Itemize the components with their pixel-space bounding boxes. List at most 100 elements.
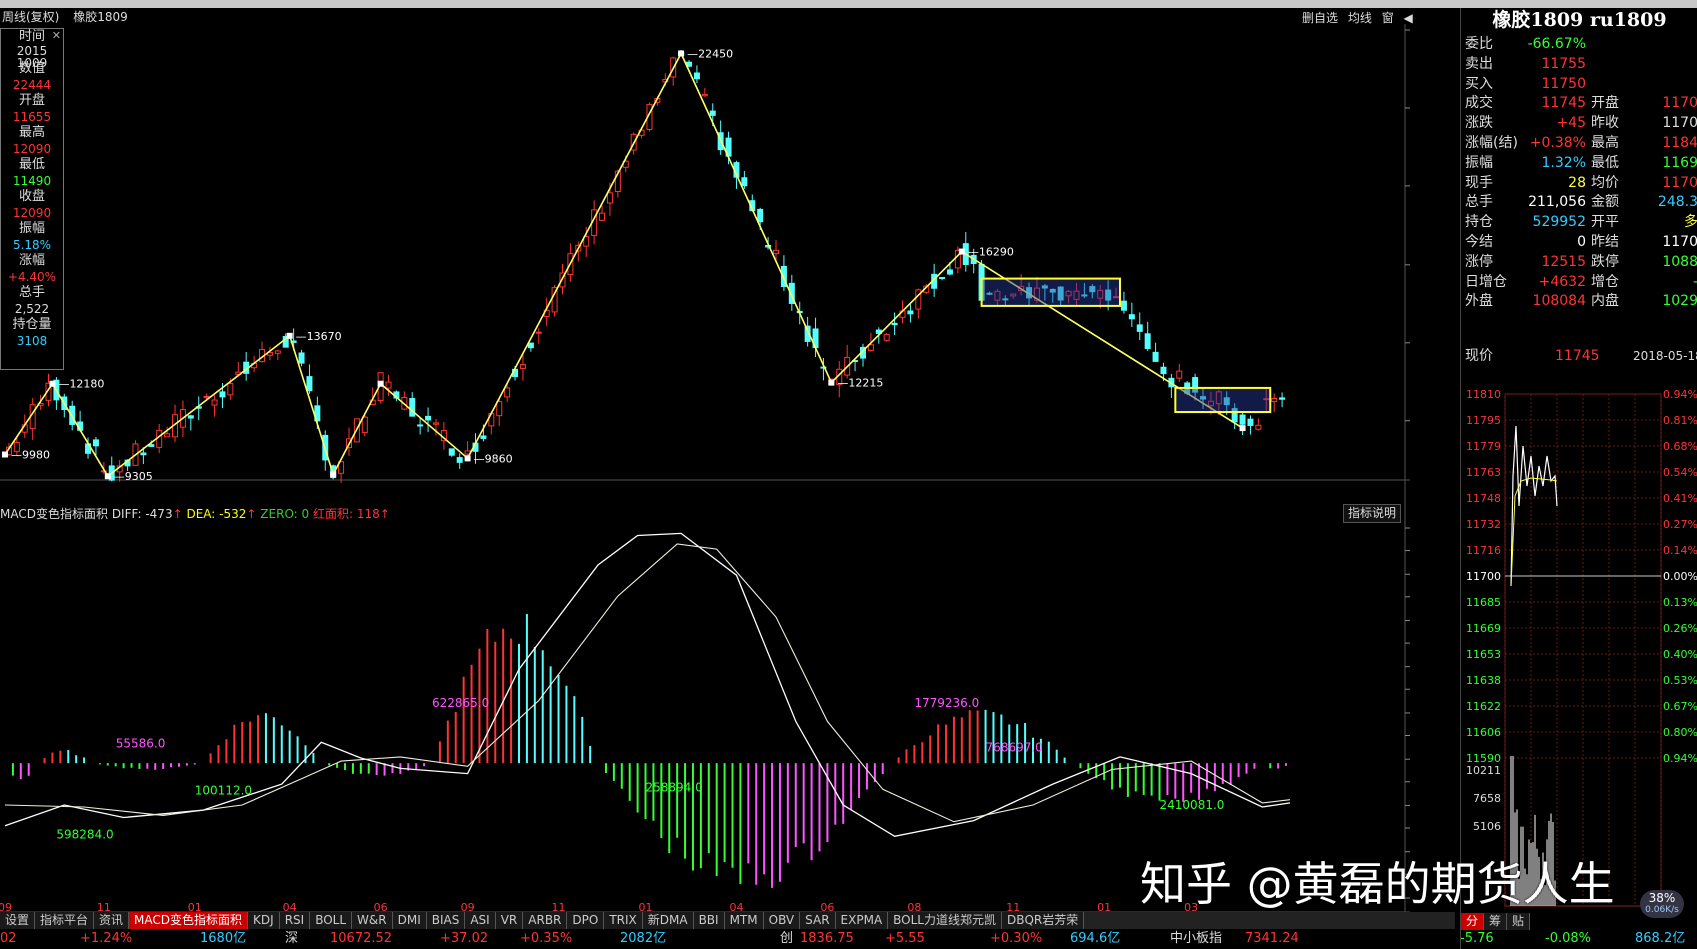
- indicator-tab[interactable]: 新DMA: [642, 912, 694, 929]
- quote-value: 11745: [1541, 95, 1586, 112]
- indicator-tab[interactable]: BBI: [693, 912, 725, 929]
- candle-body: [164, 433, 171, 438]
- indicator-tab[interactable]: 资讯: [94, 912, 130, 929]
- now-price-label: 现价: [1465, 348, 1493, 364]
- kline-chart[interactable]: 231802075618332158781345311029—9980—1218…: [0, 24, 1410, 912]
- macd-area-label: 1779236.0: [914, 696, 979, 710]
- indicator-tab[interactable]: DMI: [392, 912, 427, 929]
- candle-body: [480, 435, 487, 439]
- quote-tab[interactable]: 贴: [1507, 913, 1531, 930]
- quote-value: 1170: [1662, 115, 1697, 132]
- quote-label: 外盘: [1465, 293, 1493, 310]
- indicator-tab[interactable]: VR: [495, 912, 524, 929]
- candle-body: [907, 310, 914, 315]
- x-tick-label: 11: [1006, 901, 1020, 912]
- mini-price-label: 11716: [1466, 544, 1501, 557]
- dea-value: -532: [219, 507, 247, 521]
- mini-volume-label: 10211: [1466, 764, 1501, 777]
- indicator-tab[interactable]: 设置: [0, 912, 36, 929]
- quote-label: 开盘: [1591, 95, 1619, 112]
- indicator-tab[interactable]: KDJ: [248, 912, 280, 929]
- mini-pct-label: 0.13%: [1663, 596, 1697, 609]
- quote-label: 今结: [1465, 234, 1493, 250]
- macd-area-label: 55586.0: [116, 737, 166, 751]
- net-speed: 0.06K/s: [1645, 905, 1679, 915]
- quote-value: 0: [1577, 234, 1586, 250]
- indicator-tab[interactable]: MTM: [724, 912, 764, 929]
- mini-price-label: 11779: [1466, 440, 1501, 453]
- indicator-tab[interactable]: ASI: [465, 912, 496, 929]
- indicator-tab[interactable]: DPO: [567, 912, 605, 929]
- indicator-tab[interactable]: RSI: [279, 912, 311, 929]
- swing-marker: [49, 380, 56, 387]
- quote-row: 现手 28 均价 1170: [1465, 173, 1697, 193]
- indicator-tab[interactable]: SAR: [800, 912, 836, 929]
- mini-price-label: 11638: [1466, 674, 1501, 687]
- quote-value: 1.32%: [1541, 154, 1586, 171]
- candle-body: [361, 416, 368, 434]
- zigzag-trendline: [4, 51, 1244, 478]
- info-label: 开盘: [18, 93, 45, 108]
- consolidation-box: [980, 277, 1121, 307]
- x-tick-label: 06: [374, 901, 388, 912]
- indicator-tab-bar: 设置 指标平台 资讯 MACD变色指标面积 KDJ RSI BOLL W&R DMI BIAS AS…: [0, 912, 1455, 929]
- quote-tab[interactable]: 筹: [1484, 913, 1508, 930]
- quote-value: +45: [1556, 115, 1586, 132]
- consolidation-box: [1174, 386, 1272, 414]
- close-icon[interactable]: ✕: [52, 29, 61, 42]
- candle-body: [1255, 424, 1262, 430]
- quote-label: 日增仓: [1465, 273, 1507, 290]
- info-value: +4.40%: [7, 270, 57, 284]
- indicator-help-button[interactable]: 指标说明: [1343, 504, 1402, 523]
- swing-marker: [958, 248, 965, 255]
- now-price-date: 2018-05-18: [1633, 349, 1697, 363]
- mini-pct-label: 0.54%: [1663, 466, 1697, 479]
- quote-value: 211,056: [1528, 194, 1586, 211]
- info-label: 最高: [18, 125, 45, 140]
- quote-value: 1170: [1662, 174, 1697, 191]
- collapse-panel-icon[interactable]: ◀: [1404, 11, 1413, 25]
- indicator-tab[interactable]: BIAS: [426, 912, 466, 929]
- candle-body: [298, 352, 305, 364]
- candle-body: [92, 439, 99, 447]
- mini-price-label: 11700: [1466, 570, 1501, 583]
- indicator-tab[interactable]: 指标平台: [35, 912, 95, 929]
- candle-body: [1271, 397, 1278, 402]
- quote-value: 多: [1684, 214, 1697, 231]
- macd-name: MACD变色指标面积: [0, 507, 108, 521]
- indicator-tab[interactable]: TRIX: [604, 912, 643, 929]
- status-item: +0.30%: [990, 931, 1043, 946]
- quote-tab[interactable]: 分: [1461, 913, 1485, 930]
- info-value: 2,522: [14, 302, 50, 316]
- quote-value: -: [1693, 272, 1697, 292]
- indicator-tab[interactable]: BOLL: [310, 912, 353, 929]
- info-label: 数值: [18, 61, 45, 76]
- mini-price-label: 11732: [1466, 518, 1501, 531]
- indicator-tab[interactable]: W&R: [352, 912, 393, 929]
- up-arrow-icon: ↑: [379, 507, 390, 521]
- mini-volume-label: 7658: [1473, 792, 1501, 805]
- candle-body: [883, 334, 890, 341]
- quote-label: 内盘: [1591, 293, 1619, 310]
- status-item: 1680亿: [200, 931, 247, 946]
- quote-label: 最低: [1591, 154, 1619, 171]
- up-arrow-icon: ↑: [172, 507, 183, 521]
- swing-marker: [104, 473, 111, 480]
- candle-body: [448, 448, 455, 456]
- candle-body: [187, 415, 194, 419]
- indicator-tab[interactable]: ARBR: [523, 912, 568, 929]
- zero-label: ZERO:: [260, 507, 298, 521]
- indicator-tab[interactable]: BOLL力道线郑元凯: [888, 912, 1002, 929]
- intraday-chart[interactable]: 11810 0.94% 11795 0.81% 11779 0.68% 11763 0.54%…: [1461, 386, 1697, 916]
- quote-value: 108084: [1532, 293, 1586, 310]
- mini-pct-label: 0.81%: [1663, 414, 1697, 427]
- indicator-tab[interactable]: EXPMA: [835, 912, 889, 929]
- period-label[interactable]: 周线(复权): [2, 10, 59, 24]
- mini-price-label: 11763: [1466, 466, 1501, 479]
- indicator-tab[interactable]: OBV: [763, 912, 801, 929]
- quote-label: 最高: [1591, 135, 1619, 151]
- indicator-tab[interactable]: MACD变色指标面积: [129, 912, 249, 929]
- indicator-tab[interactable]: DBQR岩芳荣: [1002, 912, 1085, 929]
- mini-price-label: 11653: [1466, 648, 1501, 661]
- quote-value: 1088: [1662, 253, 1697, 270]
